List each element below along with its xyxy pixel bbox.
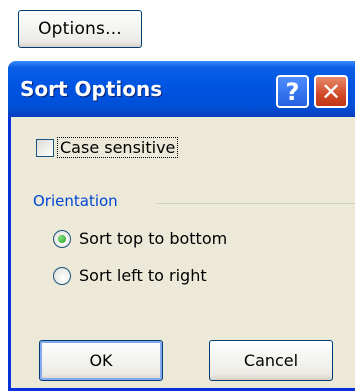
sort-top-to-bottom-option[interactable]: Sort top to bottom (53, 229, 227, 248)
sort-left-to-right-radio[interactable] (53, 266, 71, 285)
case-sensitive-option[interactable]: Case sensitive (36, 137, 179, 158)
dialog-content: Case sensitive Orientation Sort top to b… (11, 117, 355, 388)
case-sensitive-checkbox[interactable] (36, 138, 54, 157)
orientation-group-divider (156, 203, 355, 204)
orientation-group-label: Orientation (33, 192, 118, 210)
options-button[interactable]: Options... (18, 10, 142, 48)
close-icon[interactable]: ✕ (314, 75, 348, 108)
sort-options-dialog: Sort Options ? ✕ Case sensitive Orientat… (8, 61, 355, 391)
cancel-button[interactable]: Cancel (209, 340, 333, 381)
ok-button[interactable]: OK (39, 340, 163, 381)
sort-top-to-bottom-label[interactable]: Sort top to bottom (79, 229, 227, 248)
help-icon[interactable]: ? (276, 75, 309, 108)
sort-top-to-bottom-radio[interactable] (53, 229, 71, 248)
sort-left-to-right-label[interactable]: Sort left to right (79, 266, 207, 285)
dialog-titlebar[interactable]: Sort Options ? ✕ (8, 61, 355, 117)
sort-left-to-right-option[interactable]: Sort left to right (53, 266, 207, 285)
dialog-title: Sort Options (20, 77, 163, 101)
case-sensitive-label[interactable]: Case sensitive (56, 137, 179, 158)
